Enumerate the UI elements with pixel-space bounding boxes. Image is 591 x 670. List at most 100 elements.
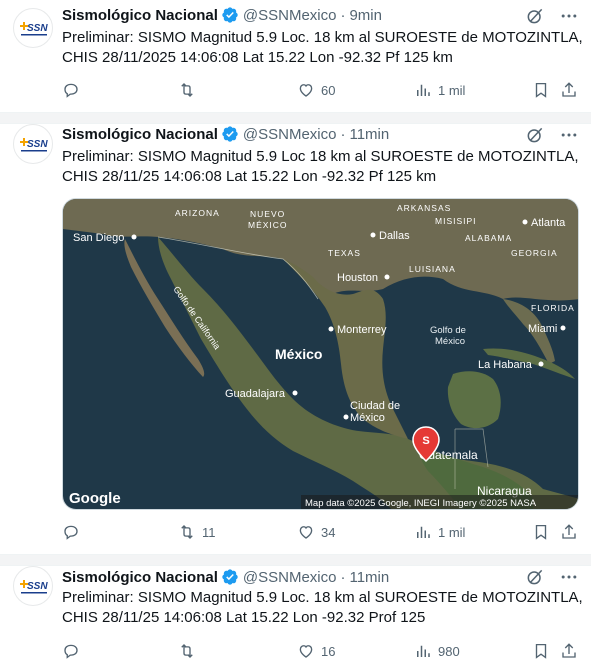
google-logo: Google xyxy=(69,490,121,507)
map-image[interactable]: ARIZONA NUEVO MÉXICO ARKANSAS MISISIPI A… xyxy=(62,198,579,510)
views-button[interactable]: 980 xyxy=(414,641,460,661)
views-button[interactable]: 1 mil xyxy=(414,522,465,542)
separator-dot: · xyxy=(340,6,346,24)
bookmark-icon xyxy=(535,643,547,659)
views-count: 1 mil xyxy=(438,524,466,540)
like-count: 34 xyxy=(321,524,336,540)
map-label-golfo-mexico: Golfo de xyxy=(430,325,466,336)
map-label-nuevo-mexico: NUEVO xyxy=(250,209,285,219)
reply-button[interactable] xyxy=(62,80,86,100)
retweet-icon xyxy=(181,525,193,539)
grok-icon[interactable] xyxy=(525,125,545,145)
author-name[interactable]: Sismológico Nacional xyxy=(62,126,218,143)
share-button[interactable] xyxy=(560,522,578,542)
retweet-icon xyxy=(181,83,193,97)
retweet-icon xyxy=(181,644,193,658)
author-handle[interactable]: @SSNMexico xyxy=(243,569,337,586)
retweet-button[interactable] xyxy=(178,80,202,100)
bookmark-icon xyxy=(535,82,547,98)
author-name[interactable]: Sismológico Nacional xyxy=(62,569,218,586)
timestamp[interactable]: 11min xyxy=(349,569,389,586)
verified-badge-icon xyxy=(222,7,238,23)
share-icon xyxy=(562,524,576,539)
grok-icon[interactable] xyxy=(525,6,545,26)
tweet-2[interactable]: SSN Sismológico Nacional @SSNMexico · 11… xyxy=(0,124,591,554)
tweet-actions: 60 1 mil xyxy=(62,80,582,100)
map-label-houston: Houston xyxy=(337,272,378,284)
views-icon xyxy=(417,526,430,538)
share-button[interactable] xyxy=(560,641,578,661)
tweet-top-actions xyxy=(525,125,579,145)
reply-icon xyxy=(64,525,78,540)
map-label-texas: TEXAS xyxy=(328,248,361,258)
map-label-nuevo-mexico: MÉXICO xyxy=(248,220,288,230)
tweet-header: Sismológico Nacional @SSNMexico · 11min xyxy=(62,124,389,144)
tweet-3[interactable]: SSN Sismológico Nacional @SSNMexico · 11… xyxy=(0,566,591,670)
bookmark-button[interactable] xyxy=(532,522,550,542)
map-label-monterrey: Monterrey xyxy=(337,324,387,336)
retweet-button[interactable] xyxy=(178,641,202,661)
retweet-count: 11 xyxy=(202,524,216,540)
like-button[interactable]: 60 xyxy=(297,80,335,100)
like-button[interactable]: 16 xyxy=(297,641,335,661)
reply-button[interactable] xyxy=(62,641,86,661)
views-button[interactable]: 1 mil xyxy=(414,80,465,100)
author-handle[interactable]: @SSNMexico xyxy=(243,7,337,24)
verified-badge-icon xyxy=(222,126,238,142)
timestamp[interactable]: 11min xyxy=(349,126,389,143)
reply-icon xyxy=(64,83,78,98)
tweet-top-actions xyxy=(525,6,579,26)
like-button[interactable]: 34 xyxy=(297,522,335,542)
tweet-text-line: CHIS 28/11/25 14:06:08 Lat 15.22 Lon -92… xyxy=(62,168,437,185)
map-label-alabama: ALABAMA xyxy=(465,233,512,243)
more-icon[interactable] xyxy=(559,6,579,26)
views-icon xyxy=(417,84,430,96)
tweet-text-line: Preliminar: SISMO Magnitud 5.9 Loc 18 km… xyxy=(62,148,579,165)
tweet-header: Sismológico Nacional @SSNMexico · 9min xyxy=(62,5,382,25)
map-label-guadalajara: Guadalajara xyxy=(225,388,286,400)
bookmark-button[interactable] xyxy=(532,641,550,661)
bookmark-icon xyxy=(535,524,547,540)
avatar-text: SSN xyxy=(27,581,48,592)
grok-icon[interactable] xyxy=(525,567,545,587)
map-label-arkansas: ARKANSAS xyxy=(397,203,451,213)
map-attribution: Map data ©2025 Google, INEGI Imagery ©20… xyxy=(305,498,537,509)
tweet-text: Preliminar: SISMO Magnitud 5.9 Loc. 18 k… xyxy=(62,588,583,628)
separator-dot: · xyxy=(340,125,346,143)
map-label-arizona: ARIZONA xyxy=(175,208,220,218)
author-name[interactable]: Sismológico Nacional xyxy=(62,7,218,24)
tweet-text-line: CHIS 28/11/2025 14:06:08 Lat 15.22 Lon -… xyxy=(62,49,453,66)
reply-button[interactable] xyxy=(62,522,86,542)
map-label-ciudad-mexico: México xyxy=(350,412,385,424)
like-count: 16 xyxy=(321,643,336,659)
ssn-logo-icon: SSN xyxy=(20,22,48,36)
avatar[interactable]: SSN xyxy=(13,566,53,606)
bookmark-button[interactable] xyxy=(532,80,550,100)
views-icon xyxy=(417,645,430,657)
avatar[interactable]: SSN xyxy=(13,8,53,48)
tweet-text: Preliminar: SISMO Magnitud 5.9 Loc. 18 k… xyxy=(62,28,583,68)
avatar-text: SSN xyxy=(27,139,48,150)
tweet-top-actions xyxy=(525,567,579,587)
tweet-actions: 16 980 xyxy=(62,641,582,661)
tweet-1[interactable]: SSN Sismológico Nacional @SSNMexico · 9m… xyxy=(0,0,591,112)
like-icon xyxy=(299,84,313,97)
ssn-logo-icon: SSN xyxy=(20,138,48,152)
timestamp[interactable]: 9min xyxy=(349,7,382,24)
avatar-text: SSN xyxy=(27,23,48,34)
tweet-text: Preliminar: SISMO Magnitud 5.9 Loc 18 km… xyxy=(62,147,582,187)
map-label-georgia: GEORGIA xyxy=(511,248,558,258)
map-label-luisiana: LUISIANA xyxy=(409,264,456,274)
share-button[interactable] xyxy=(560,80,578,100)
retweet-button[interactable]: 11 xyxy=(178,522,216,542)
more-icon[interactable] xyxy=(559,567,579,587)
map-label-mexico: México xyxy=(275,346,322,362)
more-icon[interactable] xyxy=(559,125,579,145)
share-icon xyxy=(562,82,576,97)
map-label-dallas: Dallas xyxy=(379,230,410,242)
map-label-atlanta: Atlanta xyxy=(531,217,566,229)
map-label-misisipi: MISISIPI xyxy=(435,216,477,226)
avatar[interactable]: SSN xyxy=(13,124,53,164)
author-handle[interactable]: @SSNMexico xyxy=(243,126,337,143)
views-count: 1 mil xyxy=(438,82,466,98)
